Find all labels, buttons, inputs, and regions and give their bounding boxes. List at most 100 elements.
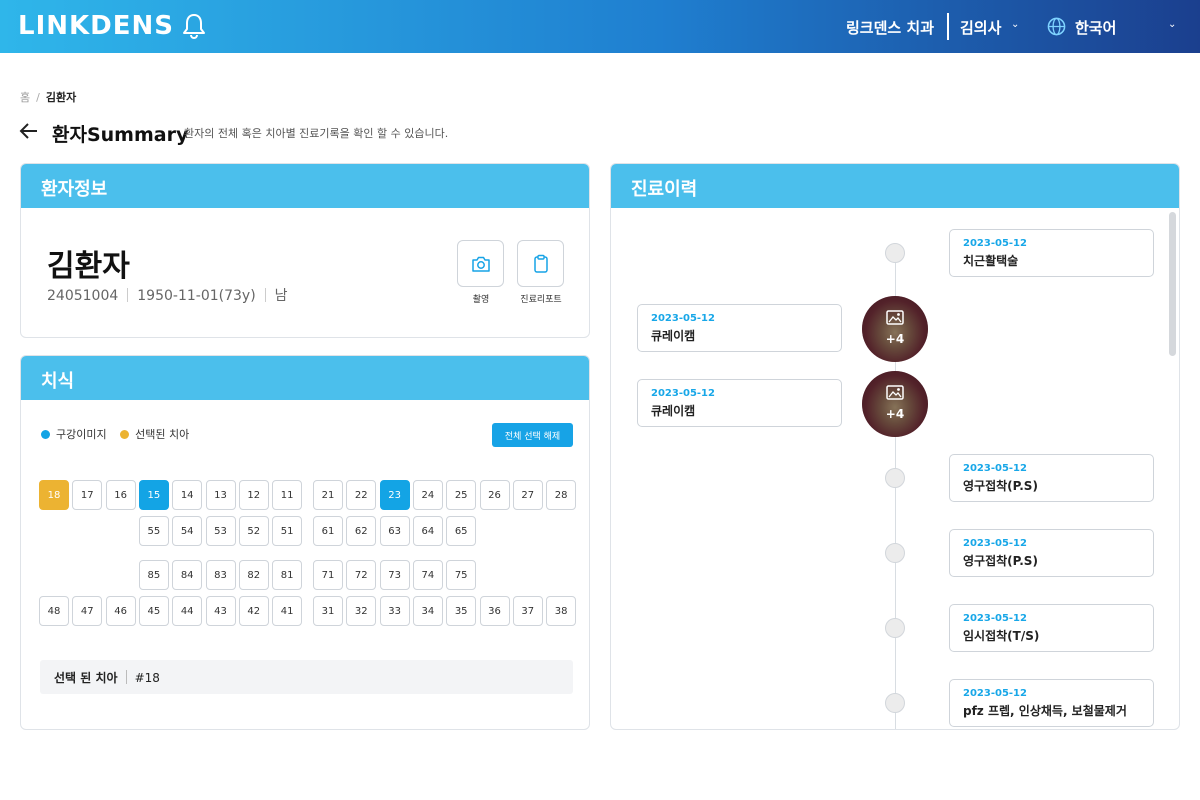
history-entry[interactable]: 2023-05-12 치근활택술: [949, 229, 1154, 277]
gender: 남: [274, 288, 288, 304]
tooth-24[interactable]: 24: [412, 480, 443, 510]
user-menu[interactable]: 김의사: [960, 17, 1001, 38]
history-entry[interactable]: 2023-05-12 임시접착(T/S): [949, 604, 1154, 652]
dental-chart-heading: 치식: [21, 356, 589, 400]
tooth-83[interactable]: 83: [205, 560, 236, 590]
history-entry[interactable]: 2023-05-12 영구접착(P.S): [949, 529, 1154, 577]
clinic-name: 링크덴스 치과: [846, 19, 935, 37]
tooth-53[interactable]: 53: [205, 516, 236, 546]
history-entry[interactable]: 2023-05-12 큐레이캠: [637, 379, 842, 427]
tooth-26[interactable]: 26: [479, 480, 510, 510]
history-scrollbar[interactable]: [1169, 212, 1176, 356]
chevron-down-icon[interactable]: ⌄: [1011, 19, 1019, 30]
timeline-node: [885, 618, 905, 638]
tooth-33[interactable]: 33: [379, 596, 410, 626]
tooth-84[interactable]: 84: [172, 560, 203, 590]
report-label: 진료리포트: [520, 295, 562, 305]
tooth-25[interactable]: 25: [446, 480, 477, 510]
tooth-43[interactable]: 43: [205, 596, 236, 626]
tooth-72[interactable]: 72: [346, 560, 377, 590]
tooth-17[interactable]: 17: [72, 480, 103, 510]
birth-date: 1950-11-01(73y): [137, 288, 256, 304]
history-entry-date: 2023-05-12: [963, 688, 1027, 699]
clipboard-icon: [533, 254, 548, 273]
tooth-64[interactable]: 64: [412, 516, 443, 546]
history-entry-date: 2023-05-12: [651, 388, 715, 399]
history-timeline: 2023-05-12 치근활택술 2023-05-12 큐레이캠 +4 2023-05-1…: [611, 164, 1179, 729]
logo[interactable]: LINKDENS: [18, 11, 174, 41]
tooth-61[interactable]: 61: [313, 516, 343, 546]
tooth-13[interactable]: 13: [205, 480, 236, 510]
tooth-23[interactable]: 23: [379, 480, 410, 510]
globe-icon[interactable]: [1047, 17, 1066, 36]
language-select[interactable]: 한국어: [1075, 17, 1116, 38]
history-entry[interactable]: 2023-05-12 큐레이캠: [637, 304, 842, 352]
tooth-32[interactable]: 32: [346, 596, 377, 626]
breadcrumb-home[interactable]: 홈: [20, 91, 30, 104]
tooth-73[interactable]: 73: [379, 560, 410, 590]
bell-icon[interactable]: [181, 12, 207, 40]
tooth-75[interactable]: 75: [446, 560, 477, 590]
history-entry-date: 2023-05-12: [963, 238, 1027, 249]
history-entry[interactable]: 2023-05-12 pfz 프렙, 인상채득, 보철물제거: [949, 679, 1154, 727]
tooth-42[interactable]: 42: [238, 596, 269, 626]
tooth-55[interactable]: 55: [138, 516, 169, 546]
history-photo-thumbnail[interactable]: +4: [862, 296, 928, 362]
back-arrow-icon[interactable]: [18, 120, 40, 142]
report-button-box[interactable]: [517, 240, 564, 287]
tooth-82[interactable]: 82: [238, 560, 269, 590]
tooth-74[interactable]: 74: [412, 560, 443, 590]
tooth-41[interactable]: 41: [272, 596, 303, 626]
tooth-46[interactable]: 46: [105, 596, 136, 626]
tooth-81[interactable]: 81: [272, 560, 303, 590]
tooth-15[interactable]: 15: [138, 480, 169, 510]
history-entry[interactable]: 2023-05-12 영구접착(P.S): [949, 454, 1154, 502]
tooth-34[interactable]: 34: [412, 596, 443, 626]
chevron-down-icon[interactable]: ⌄: [1168, 19, 1176, 30]
tooth-48[interactable]: 48: [39, 596, 69, 626]
tooth-27[interactable]: 27: [512, 480, 543, 510]
tooth-31[interactable]: 31: [313, 596, 343, 626]
tooth-65[interactable]: 65: [446, 516, 477, 546]
tooth-28[interactable]: 28: [546, 480, 577, 510]
capture-button[interactable]: 촬영: [457, 240, 505, 305]
tooth-71[interactable]: 71: [313, 560, 343, 590]
legend-selected-label: 선택된 치아: [135, 428, 190, 441]
image-icon: [886, 310, 904, 325]
tooth-85[interactable]: 85: [138, 560, 169, 590]
tooth-38[interactable]: 38: [546, 596, 577, 626]
patient-info-card: 환자정보 김환자 24051004 1950-11-01(73y) 남 촬영 진료리…: [20, 163, 590, 338]
tooth-35[interactable]: 35: [446, 596, 477, 626]
tooth-47[interactable]: 47: [72, 596, 103, 626]
tooth-21[interactable]: 21: [313, 480, 343, 510]
dental-legend: 구강이미지 선택된 치아: [41, 426, 189, 442]
capture-label: 촬영: [472, 295, 490, 305]
history-entry-title: 임시접착(T/S): [963, 629, 1040, 643]
capture-button-box[interactable]: [457, 240, 504, 287]
selected-tooth-bar: 선택 된 치아 #18: [40, 660, 573, 694]
tooth-36[interactable]: 36: [479, 596, 510, 626]
tooth-54[interactable]: 54: [172, 516, 203, 546]
tooth-44[interactable]: 44: [172, 596, 203, 626]
tooth-16[interactable]: 16: [105, 480, 136, 510]
selected-tooth-value: #18: [134, 671, 160, 685]
tooth-14[interactable]: 14: [172, 480, 203, 510]
report-button[interactable]: 진료리포트: [517, 240, 565, 305]
tooth-45[interactable]: 45: [138, 596, 169, 626]
tooth-51[interactable]: 51: [272, 516, 303, 546]
history-entry-date: 2023-05-12: [651, 313, 715, 324]
deselect-all-button[interactable]: 전체 선택 해제: [492, 423, 573, 447]
history-photo-thumbnail[interactable]: +4: [862, 371, 928, 437]
tooth-62[interactable]: 62: [346, 516, 377, 546]
tooth-11[interactable]: 11: [272, 480, 303, 510]
history-entry-title: 큐레이캠: [651, 404, 696, 418]
timeline-node: [885, 468, 905, 488]
patient-name: 김환자: [47, 249, 130, 284]
tooth-18[interactable]: 18: [39, 480, 69, 510]
photo-count: +4: [885, 332, 905, 346]
tooth-22[interactable]: 22: [346, 480, 377, 510]
tooth-63[interactable]: 63: [379, 516, 410, 546]
tooth-37[interactable]: 37: [512, 596, 543, 626]
tooth-12[interactable]: 12: [238, 480, 269, 510]
tooth-52[interactable]: 52: [238, 516, 269, 546]
